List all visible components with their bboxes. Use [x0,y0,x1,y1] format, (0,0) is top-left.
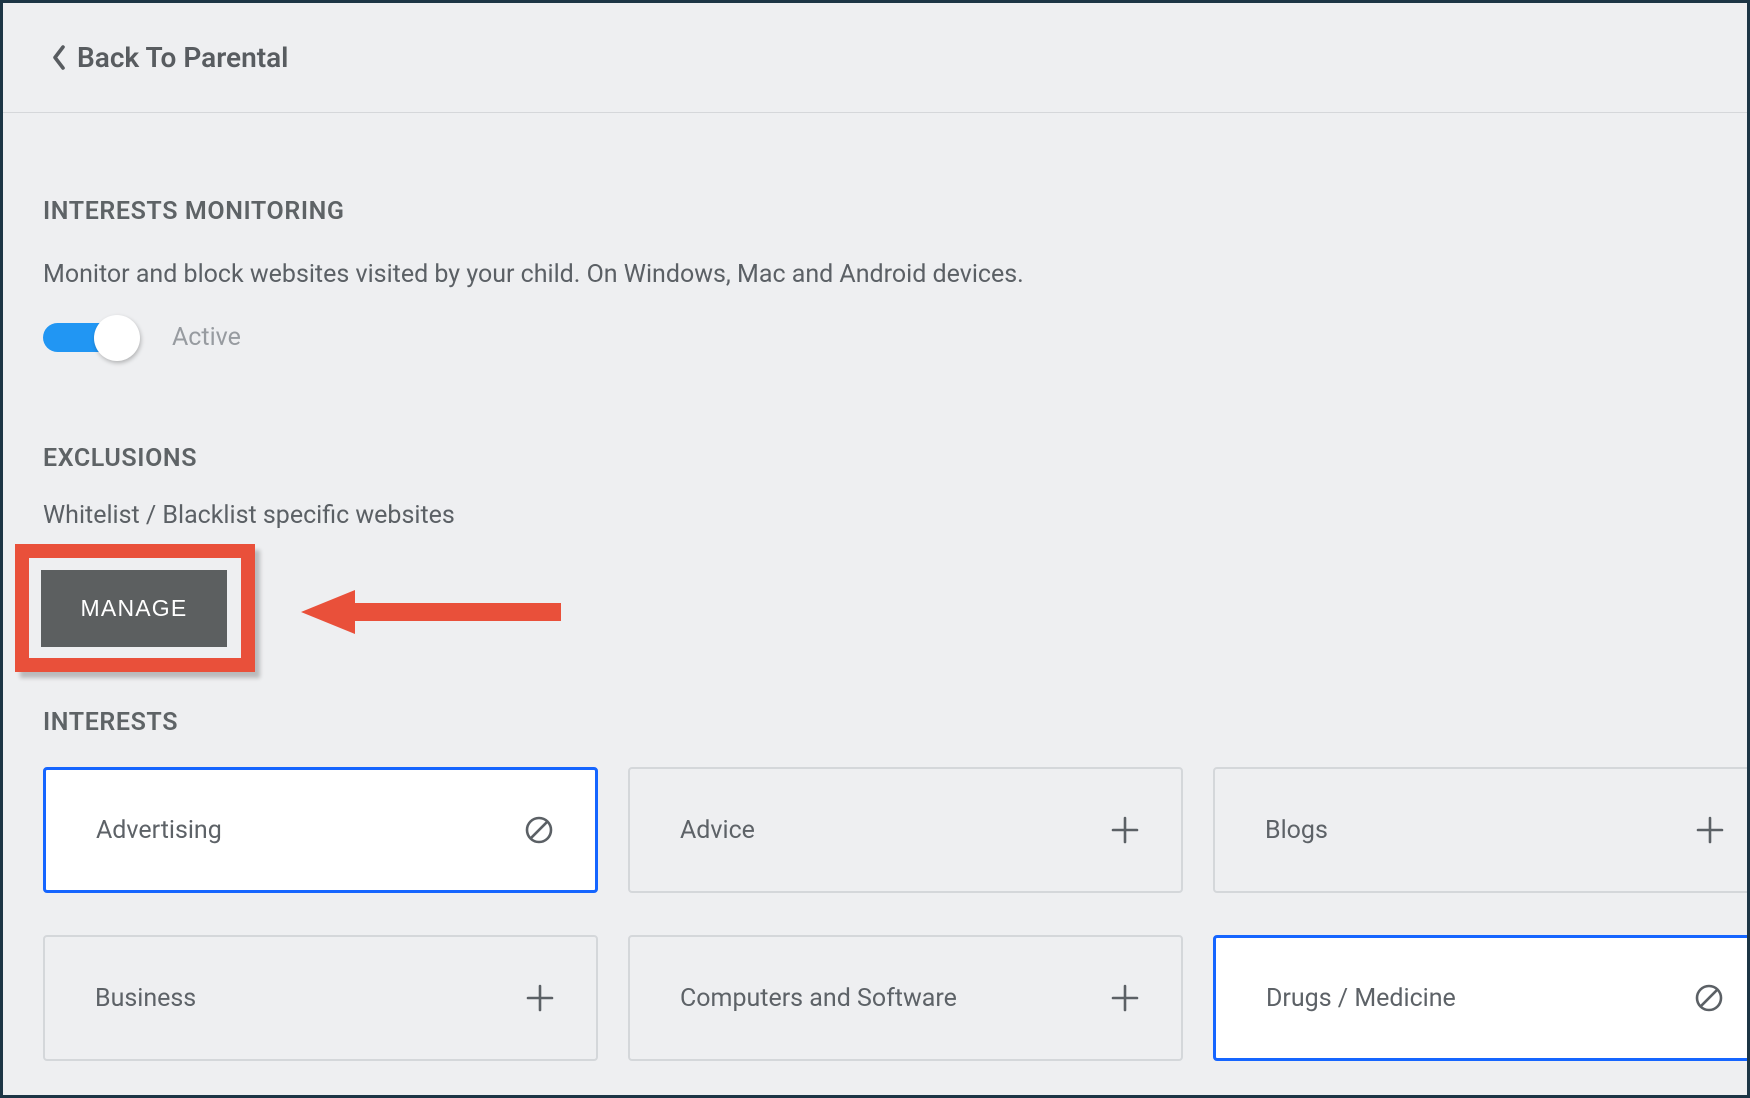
plus-icon [1694,814,1726,846]
back-to-parental-link[interactable]: Back To Parental [51,41,288,74]
app-frame: Back To Parental INTERESTS MONITORING Mo… [0,0,1750,1098]
interest-tile-label: Drugs / Medicine [1266,984,1456,1013]
monitoring-toggle[interactable] [43,323,132,352]
chevron-left-icon [51,45,67,70]
manage-highlight-annotation: MANAGE [15,544,255,672]
interest-tile[interactable]: Advertising [43,767,598,893]
interest-tile[interactable]: Drugs / Medicine [1213,935,1750,1061]
interests-section-title: INTERESTS [43,708,1707,737]
interest-tile-label: Computers and Software [680,984,957,1013]
monitoring-toggle-row: Active [43,323,1707,352]
exclusions-title: EXCLUSIONS [43,444,1707,473]
content-area: INTERESTS MONITORING Monitor and block w… [3,113,1747,1061]
exclusions-desc: Whitelist / Blacklist specific websites [43,501,1707,530]
annotation-arrow-left-icon [301,590,561,634]
interests-monitoring-title: INTERESTS MONITORING [43,197,1707,226]
block-icon [1693,982,1725,1014]
block-icon [523,814,555,846]
interest-tile-label: Business [95,984,196,1013]
header-bar: Back To Parental [3,3,1747,113]
interest-tile-label: Advice [680,816,755,845]
plus-icon [1109,814,1141,846]
interest-tile[interactable]: Business [43,935,598,1061]
interest-tile-label: Advertising [96,816,222,845]
plus-icon [1109,982,1141,1014]
interest-tile-label: Blogs [1265,816,1328,845]
back-label: Back To Parental [77,41,288,74]
toggle-knob [94,315,140,361]
interest-tile[interactable]: Advice [628,767,1183,893]
interests-monitoring-desc: Monitor and block websites visited by yo… [43,260,1707,289]
manage-button[interactable]: MANAGE [41,570,227,647]
interest-tile[interactable]: Blogs [1213,767,1750,893]
interest-tile[interactable]: Computers and Software [628,935,1183,1061]
interests-grid: Advertising Advice Blogs Business Computers … [43,767,1707,1061]
monitoring-toggle-label: Active [172,323,241,352]
plus-icon [524,982,556,1014]
